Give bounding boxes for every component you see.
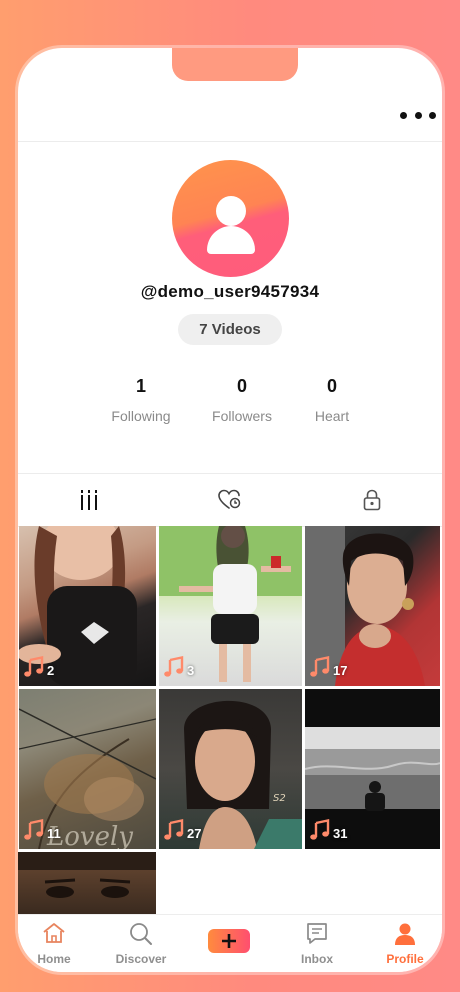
videos-count-badge[interactable]: 7 Videos: [178, 314, 282, 345]
header-divider: [18, 141, 442, 142]
play-count-value: 31: [333, 826, 348, 841]
message-icon: [307, 923, 327, 944]
followers-label: Followers: [212, 408, 272, 424]
following-count: 1: [135, 376, 146, 396]
video-thumbnail[interactable]: 3: [159, 526, 302, 686]
dot-icon: [414, 111, 422, 119]
dot-icon: [400, 111, 407, 119]
create-button[interactable]: [208, 929, 250, 953]
avatar-head: [216, 196, 246, 226]
tab-videos[interactable]: [18, 474, 159, 526]
music-note-icon: [24, 656, 44, 677]
phone-frame: @demo_user9457934 7 Videos 1 Following 0…: [18, 48, 442, 972]
grid-bars-icon: [80, 490, 97, 510]
more-options-button[interactable]: [400, 108, 436, 122]
stat-following[interactable]: 1 Following: [96, 376, 186, 424]
play-count: 17: [309, 656, 347, 678]
avatar[interactable]: [172, 160, 289, 277]
music-note-icon: [164, 819, 184, 840]
following-label: Following: [111, 408, 171, 424]
play-count-value: 3: [187, 663, 195, 678]
heart-label: Heart: [314, 408, 350, 424]
nav-home[interactable]: Home: [18, 920, 92, 970]
play-count: 11: [23, 819, 61, 841]
tab-liked[interactable]: [159, 474, 300, 526]
stat-heart[interactable]: 0 Heart: [287, 376, 377, 424]
play-count: 3: [163, 656, 194, 678]
stat-followers[interactable]: 0 Followers: [197, 376, 287, 424]
bottom-navigation: Home Discover Inbox Profile: [18, 914, 442, 972]
video-thumbnail[interactable]: 17: [305, 526, 440, 686]
video-thumbnail[interactable]: 2: [19, 526, 156, 686]
play-count-value: 11: [47, 826, 61, 841]
svg-text:S2: S2: [273, 793, 286, 804]
play-count-value: 27: [187, 826, 202, 841]
nav-inbox[interactable]: Inbox: [279, 920, 355, 970]
dot-icon: [429, 111, 436, 119]
content-tabs: [18, 473, 442, 527]
home-icon: [43, 923, 65, 943]
lock-icon: [363, 489, 380, 511]
video-thumbnail[interactable]: Lovely 11: [19, 689, 156, 849]
music-note-icon: [24, 819, 44, 840]
search-icon: [130, 923, 152, 945]
play-count: 2: [23, 656, 54, 678]
tab-private[interactable]: [301, 474, 442, 526]
video-thumbnail[interactable]: 31: [305, 689, 440, 849]
username: @demo_user9457934: [140, 282, 320, 301]
music-note-icon: [310, 656, 330, 677]
heart-icon: [217, 489, 240, 509]
nav-home-label: Home: [37, 952, 71, 966]
avatar-body: [207, 226, 255, 254]
person-icon: [395, 923, 415, 945]
music-note-icon: [164, 656, 184, 677]
nav-inbox-label: Inbox: [301, 952, 333, 966]
video-thumbnail[interactable]: S2 27: [159, 689, 302, 849]
nav-discover-label: Discover: [115, 952, 167, 966]
play-count-value: 17: [333, 663, 348, 678]
play-count: 31: [309, 819, 347, 841]
play-count-value: 2: [47, 663, 55, 678]
plus-icon: [222, 934, 236, 948]
thumbnail-image: [18, 852, 156, 898]
video-thumbnail[interactable]: [18, 852, 156, 914]
followers-count: 0: [236, 376, 247, 396]
nav-profile-label: Profile: [386, 952, 424, 966]
music-note-icon: [310, 819, 330, 840]
heart-count: 0: [326, 376, 337, 396]
notch: [172, 48, 298, 81]
nav-discover[interactable]: Discover: [103, 920, 179, 970]
nav-profile[interactable]: Profile: [367, 920, 442, 970]
play-count: 27: [163, 819, 201, 841]
